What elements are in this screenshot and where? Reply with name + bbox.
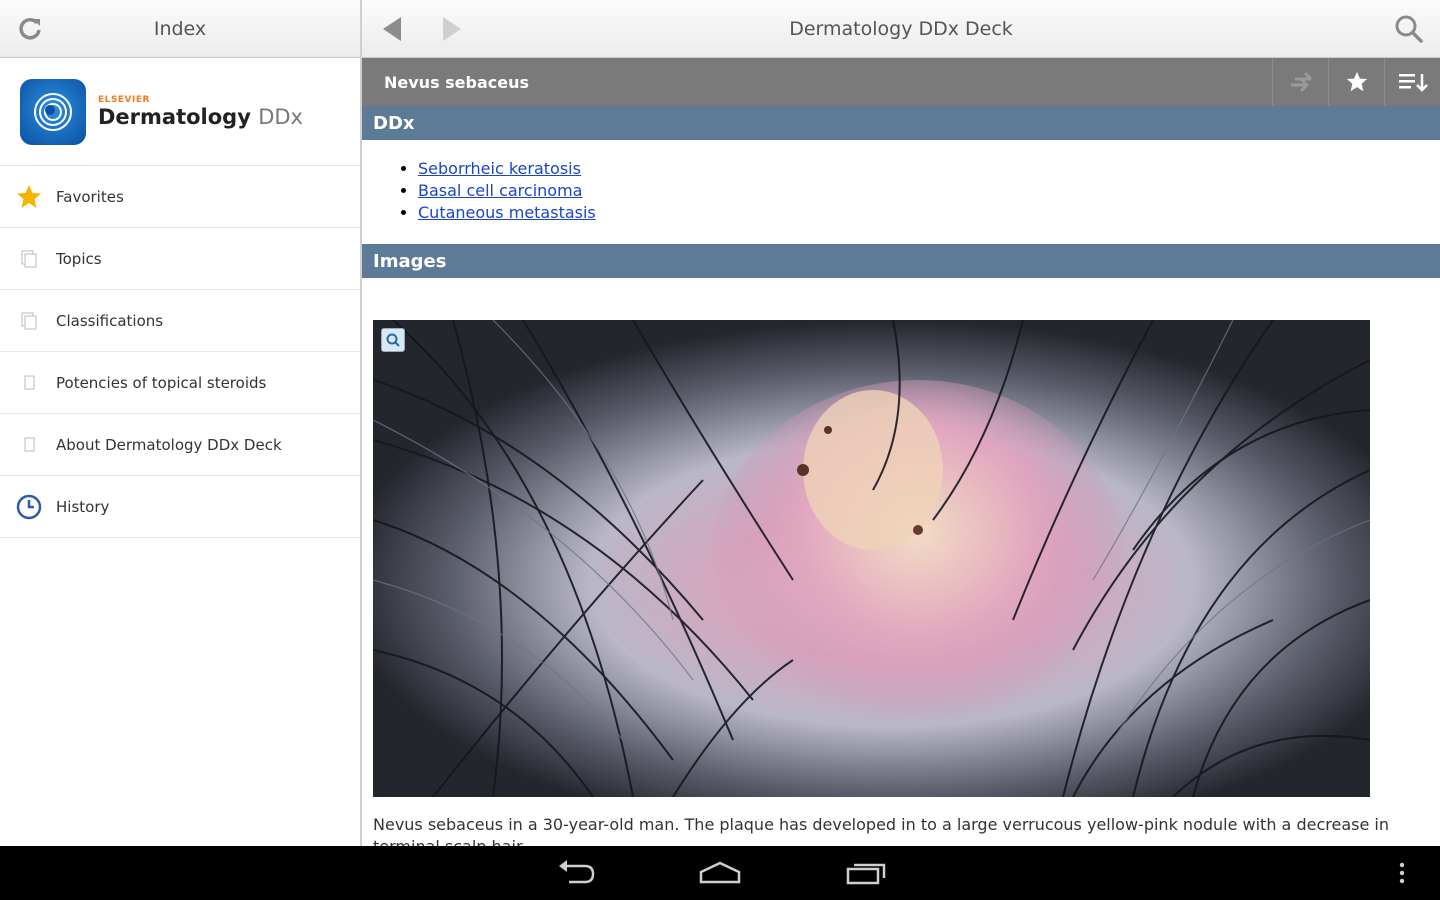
right-toolbar: Dermatology DDx Deck	[362, 0, 1440, 58]
share-arrows-icon	[1290, 71, 1312, 93]
nevus-sebaceus-photo	[373, 320, 1370, 797]
brand-name: Dermatology DDx	[98, 105, 303, 129]
ddx-link-seborrheic-keratosis[interactable]: Seborrheic keratosis	[418, 159, 581, 178]
search-icon	[1395, 15, 1423, 43]
nav-label: Favorites	[56, 187, 124, 206]
brand-name-main: Dermatology	[98, 104, 251, 129]
nav-label: History	[56, 497, 110, 516]
nav-label: Classifications	[56, 311, 164, 330]
ddx-link-cutaneous-metastasis[interactable]: Cutaneous metastasis	[418, 203, 596, 222]
images-section-heading: Images	[362, 244, 1440, 278]
image-caption: Nevus sebaceus in a 30-year-old man. The…	[373, 815, 1389, 846]
app-brand: ELSEVIER Dermatology DDx	[0, 58, 360, 166]
refresh-icon[interactable]	[0, 0, 60, 58]
nav-item-classifications[interactable]: Classifications	[0, 290, 360, 352]
page-icon	[14, 430, 44, 460]
topic-bar: Nevus sebaceus	[362, 58, 1440, 106]
nav-item-steroid-potencies[interactable]: Potencies of topical steroids	[0, 352, 360, 414]
left-pane: Index ELSEVIER Dermatology DDx Favorites…	[0, 0, 360, 846]
dermoscopy-image[interactable]	[373, 320, 1370, 797]
share-button[interactable]	[1272, 58, 1328, 106]
right-pane: Dermatology DDx Deck Nevus sebaceus DDx …	[362, 0, 1440, 846]
system-navigation-bar	[0, 846, 1440, 900]
recent-apps-icon	[846, 863, 886, 885]
search-button[interactable]	[1386, 6, 1432, 52]
nav-label: About Dermatology DDx Deck	[56, 435, 282, 454]
left-pane-title: Index	[153, 17, 207, 40]
ddx-link-basal-cell-carcinoma[interactable]: Basal cell carcinoma	[418, 181, 582, 200]
forward-button[interactable]	[422, 0, 482, 58]
back-arrow-icon	[383, 16, 401, 41]
list-item: Seborrheic keratosis	[418, 158, 1440, 180]
back-button[interactable]	[362, 0, 422, 58]
page-title: Dermatology DDx Deck	[789, 17, 1013, 40]
publisher-label: ELSEVIER	[98, 94, 150, 105]
forward-arrow-icon	[443, 16, 461, 41]
star-icon	[14, 182, 44, 212]
nav-item-about[interactable]: About Dermatology DDx Deck	[0, 414, 360, 476]
home-nav-button[interactable]	[690, 854, 750, 892]
nav-item-history[interactable]: History	[0, 476, 360, 538]
ddx-section-heading: DDx	[362, 106, 1440, 140]
nav-item-favorites[interactable]: Favorites	[0, 166, 360, 228]
list-item: Cutaneous metastasis	[418, 202, 1440, 224]
star-icon	[1346, 71, 1367, 92]
pages-icon	[14, 306, 44, 336]
list-item: Basal cell carcinoma	[418, 180, 1440, 202]
ddx-list: Seborrheic keratosis Basal cell carcinom…	[362, 140, 1440, 244]
nav-label: Potencies of topical steroids	[56, 373, 267, 392]
sort-list-icon	[1398, 74, 1428, 92]
topic-title: Nevus sebaceus	[384, 72, 530, 92]
overflow-dots-icon	[1399, 862, 1405, 884]
nav-item-topics[interactable]: Topics	[0, 228, 360, 290]
brand-name-suffix: DDx	[258, 104, 303, 129]
home-nav-icon	[699, 861, 741, 884]
clock-icon	[14, 492, 44, 522]
zoom-icon[interactable]	[381, 328, 405, 352]
nav-label: Topics	[56, 249, 102, 268]
pages-icon	[14, 244, 44, 274]
left-toolbar: Index	[0, 0, 360, 58]
overflow-menu-button[interactable]	[1382, 854, 1422, 892]
app-root: Index ELSEVIER Dermatology DDx Favorites…	[0, 0, 1440, 900]
sort-menu-button[interactable]	[1384, 58, 1440, 106]
recent-apps-button[interactable]	[836, 854, 896, 892]
page-icon	[14, 368, 44, 398]
favorite-button[interactable]	[1328, 58, 1384, 106]
back-nav-icon	[559, 860, 595, 884]
back-nav-button[interactable]	[546, 854, 606, 892]
app-logo-icon	[20, 78, 86, 145]
